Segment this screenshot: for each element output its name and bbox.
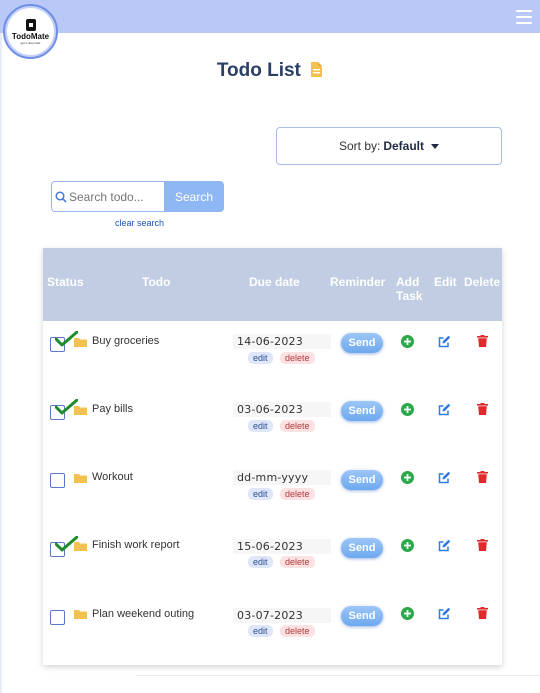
app-logo[interactable]: TodoMate get it done fast xyxy=(3,4,58,59)
logo-subtext: get it done fast xyxy=(20,40,41,45)
search-icon xyxy=(55,190,67,203)
table-row: Workout dd-mm-yyyy edit delete Send xyxy=(43,458,502,526)
add-circle-icon[interactable] xyxy=(401,607,414,620)
trash-icon[interactable] xyxy=(477,335,488,347)
send-reminder-button[interactable]: Send xyxy=(341,606,383,626)
trash-icon[interactable] xyxy=(477,471,488,483)
todo-text[interactable]: Pay bills xyxy=(92,403,133,415)
top-bar xyxy=(0,0,540,33)
table-header: Status Todo Due date Reminder Add Task E… xyxy=(43,248,502,321)
search-button[interactable]: Search xyxy=(164,181,224,212)
table-row: Pay bills 03-06-2023 edit delete Send xyxy=(43,389,502,457)
caret-down-icon xyxy=(431,143,440,149)
sort-label: Sort by: xyxy=(338,139,381,153)
folder-icon xyxy=(74,610,87,619)
send-reminder-button[interactable]: Send xyxy=(341,333,383,353)
date-delete-button[interactable]: delete xyxy=(280,420,315,432)
logo-badge: TodoMate get it done fast xyxy=(7,8,54,55)
header-add-task-line2: Task xyxy=(396,289,423,303)
sort-dropdown[interactable]: Sort by: Default xyxy=(276,127,502,165)
date-edit-button[interactable]: edit xyxy=(248,556,273,568)
date-delete-button[interactable]: delete xyxy=(280,488,315,500)
todo-text[interactable]: Plan weekend outing xyxy=(92,608,194,620)
table-row: Plan weekend outing 03-07-2023 edit dele… xyxy=(43,595,502,663)
logo-glyph-icon xyxy=(25,18,36,31)
status-checkbox[interactable] xyxy=(50,473,65,488)
trash-icon[interactable] xyxy=(477,607,488,619)
header-todo: Todo xyxy=(142,275,171,289)
left-divider xyxy=(0,33,2,693)
edit-icon[interactable] xyxy=(438,607,451,620)
edit-icon[interactable] xyxy=(438,403,451,416)
header-edit: Edit xyxy=(434,275,457,289)
header-due-date: Due date xyxy=(249,275,300,289)
date-edit-button[interactable]: edit xyxy=(248,420,273,432)
header-add-task-line1: Add xyxy=(396,275,420,289)
send-reminder-button[interactable]: Send xyxy=(341,538,383,558)
add-circle-icon[interactable] xyxy=(401,471,414,484)
add-circle-icon[interactable] xyxy=(401,335,414,348)
table-row: Finish work report 15-06-2023 edit delet… xyxy=(43,526,502,594)
add-circle-icon[interactable] xyxy=(401,403,414,416)
date-delete-button[interactable]: delete xyxy=(280,556,315,568)
folder-icon xyxy=(74,542,87,551)
search-bar: Search xyxy=(51,181,224,212)
sort-value: Default xyxy=(383,139,425,153)
folder-icon xyxy=(74,338,87,347)
status-checkbox[interactable] xyxy=(50,610,65,625)
header-status: Status xyxy=(47,275,84,289)
page-title-row: Todo List xyxy=(0,60,540,82)
document-icon xyxy=(311,62,323,77)
menu-icon[interactable] xyxy=(516,10,532,24)
header-delete: Delete xyxy=(464,275,501,289)
bottom-divider xyxy=(135,675,540,676)
page-title: Todo List xyxy=(216,60,301,81)
clear-search-link[interactable]: clear search xyxy=(115,218,164,228)
todo-text[interactable]: Buy groceries xyxy=(92,335,159,347)
todo-table: Status Todo Due date Reminder Add Task E… xyxy=(43,248,502,665)
status-checkbox[interactable] xyxy=(50,536,78,557)
status-checkbox[interactable] xyxy=(50,399,78,420)
due-date-input[interactable]: 03-07-2023 xyxy=(233,608,331,623)
add-circle-icon[interactable] xyxy=(401,539,414,552)
folder-icon xyxy=(74,474,87,483)
table-row: Buy groceries 14-06-2023 edit delete Sen… xyxy=(43,321,502,389)
header-reminder: Reminder xyxy=(330,275,386,289)
date-edit-button[interactable]: edit xyxy=(248,352,273,364)
edit-icon[interactable] xyxy=(438,335,451,348)
date-edit-button[interactable]: edit xyxy=(248,625,273,637)
search-input[interactable] xyxy=(69,189,161,204)
date-delete-button[interactable]: delete xyxy=(280,352,315,364)
due-date-input[interactable]: dd-mm-yyyy xyxy=(233,470,331,485)
trash-icon[interactable] xyxy=(477,403,488,415)
send-reminder-button[interactable]: Send xyxy=(341,470,383,490)
due-date-input[interactable]: 15-06-2023 xyxy=(233,539,331,554)
edit-icon[interactable] xyxy=(438,471,451,484)
todo-text[interactable]: Workout xyxy=(92,471,133,483)
date-edit-button[interactable]: edit xyxy=(248,488,273,500)
date-delete-button[interactable]: delete xyxy=(280,625,315,637)
send-reminder-button[interactable]: Send xyxy=(341,401,383,421)
status-checkbox[interactable] xyxy=(50,331,78,352)
search-field[interactable] xyxy=(51,181,164,212)
trash-icon[interactable] xyxy=(477,539,488,551)
todo-text[interactable]: Finish work report xyxy=(92,539,179,551)
logo-text: TodoMate xyxy=(11,31,50,41)
edit-icon[interactable] xyxy=(438,539,451,552)
folder-icon xyxy=(74,406,87,415)
due-date-input[interactable]: 14-06-2023 xyxy=(233,334,331,349)
due-date-input[interactable]: 03-06-2023 xyxy=(233,402,331,417)
